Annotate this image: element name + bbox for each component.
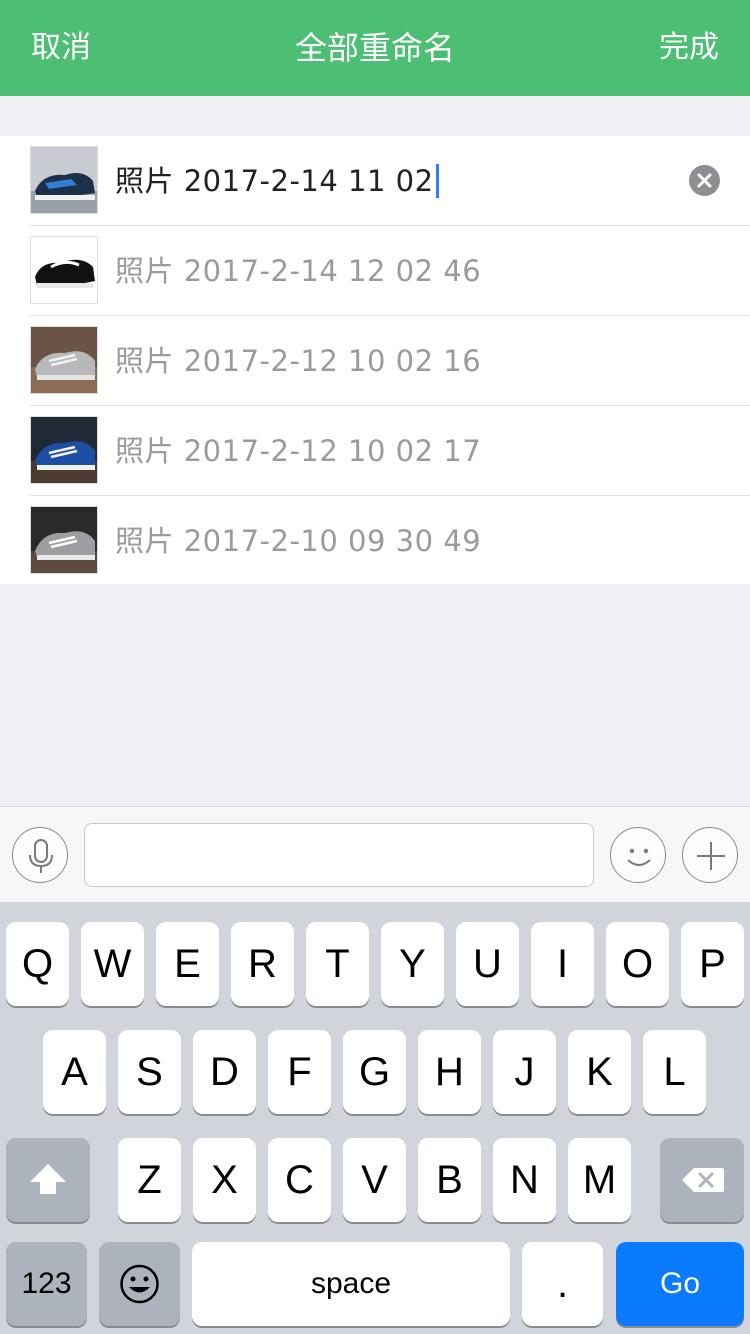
key-d[interactable]: D [193,1030,256,1114]
delete-key[interactable] [660,1138,744,1222]
done-button[interactable]: 完成 [659,0,719,96]
text-caret [435,164,439,198]
photo-thumbnail [30,416,98,484]
photo-thumbnail [30,236,98,304]
key-u[interactable]: U [456,922,519,1006]
photo-name-input[interactable]: 照片 2017-2-14 11 02 [115,136,439,226]
key-h[interactable]: H [418,1030,481,1114]
key-x[interactable]: X [193,1138,256,1222]
key-o[interactable]: O [606,922,669,1006]
key-e[interactable]: E [156,922,219,1006]
list-item[interactable]: 照片 2017-2-14 12 02 46 [0,226,750,316]
photo-rename-list: 照片 2017-2-14 11 02 照片 2017-2-14 12 02 46 [0,136,750,584]
list-item[interactable]: 照片 2017-2-12 10 02 16 [0,316,750,406]
space-key[interactable]: space [192,1242,510,1326]
message-input[interactable] [84,823,594,887]
photo-name-input[interactable]: 照片 2017-2-10 09 30 49 [115,496,481,586]
clear-icon[interactable] [689,165,720,196]
key-r[interactable]: R [231,922,294,1006]
key-b[interactable]: B [418,1138,481,1222]
keyboard: Q W E R T Y U I O P A S D F G H J K L Z … [0,902,750,1334]
key-q[interactable]: Q [6,922,69,1006]
key-f[interactable]: F [268,1030,331,1114]
smiley-icon[interactable] [610,827,666,883]
key-p[interactable]: P [681,922,744,1006]
list-item[interactable]: 照片 2017-2-12 10 02 17 [0,406,750,496]
list-item[interactable]: 照片 2017-2-10 09 30 49 [0,496,750,586]
period-key[interactable]: . [522,1242,603,1326]
photo-thumbnail [30,506,98,574]
key-v[interactable]: V [343,1138,406,1222]
numbers-key[interactable]: 123 [6,1242,87,1326]
photo-name-input[interactable]: 照片 2017-2-12 10 02 17 [115,406,481,496]
photo-name-input[interactable]: 照片 2017-2-12 10 02 16 [115,316,481,406]
nav-bar: 取消 全部重命名 完成 [0,0,750,96]
key-l[interactable]: L [643,1030,706,1114]
page-title: 全部重命名 [294,29,455,67]
microphone-icon[interactable] [12,827,68,883]
key-t[interactable]: T [306,922,369,1006]
key-a[interactable]: A [43,1030,106,1114]
key-n[interactable]: N [493,1138,556,1222]
shift-key[interactable] [6,1138,90,1222]
key-w[interactable]: W [81,922,144,1006]
shift-arrow-icon [30,1164,66,1194]
key-j[interactable]: J [493,1030,556,1114]
go-key[interactable]: Go [616,1242,744,1326]
key-g[interactable]: G [343,1030,406,1114]
emoji-key[interactable] [99,1242,180,1326]
photo-thumbnail [30,326,98,394]
key-m[interactable]: M [568,1138,631,1222]
emoji-key-icon [120,1264,159,1304]
plus-icon[interactable] [682,827,738,883]
key-z[interactable]: Z [118,1138,181,1222]
photo-name-input[interactable]: 照片 2017-2-14 12 02 46 [115,226,481,316]
key-s[interactable]: S [118,1030,181,1114]
key-y[interactable]: Y [381,922,444,1006]
key-i[interactable]: I [531,922,594,1006]
input-toolbar [0,806,750,902]
photo-thumbnail [30,146,98,214]
key-k[interactable]: K [568,1030,631,1114]
backspace-icon [682,1168,724,1192]
key-c[interactable]: C [268,1138,331,1222]
list-item[interactable]: 照片 2017-2-14 11 02 [0,136,750,226]
